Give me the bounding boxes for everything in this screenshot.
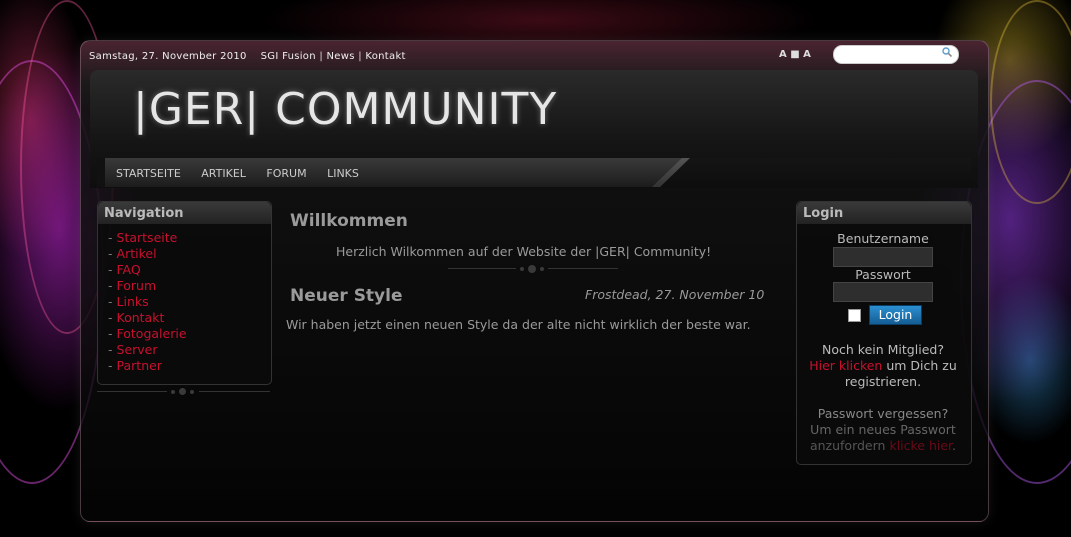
navigation-list: - Startseite - Artikel - FAQ - Forum - Links … <box>108 230 271 374</box>
username-label: Benutzername <box>837 231 929 246</box>
sidebar-item-forum[interactable]: - Forum <box>108 278 271 294</box>
nav-startseite[interactable]: STARTSEITE <box>116 167 181 180</box>
search-input[interactable] <box>842 50 942 67</box>
forgot-question: Passwort vergessen? <box>817 406 949 421</box>
login-title: Login <box>797 202 971 224</box>
separator-left <box>97 388 270 395</box>
register-question: Noch kein Mitglied? <box>822 342 944 357</box>
sidebar-item-partner[interactable]: - Partner <box>108 358 271 374</box>
news-meta: Frostdead, 27. November 10 <box>585 287 765 302</box>
register-link[interactable]: Hier klicken <box>809 358 882 373</box>
navigation-title: Navigation <box>98 202 271 224</box>
nav-links[interactable]: LINKS <box>327 167 359 180</box>
welcome-text: Herzlich Wilkommen auf der Website der |… <box>336 244 712 259</box>
top-link-news[interactable]: News <box>327 51 355 62</box>
date-text: Samstag, 27. November 2010 <box>89 51 247 62</box>
nav-forum[interactable]: FORUM <box>266 167 306 180</box>
top-link-sgi[interactable]: SGI Fusion <box>261 51 316 62</box>
site-logo[interactable]: |GER| COMMUNITY <box>133 84 557 135</box>
sidebar-item-artikel[interactable]: - Artikel <box>108 246 271 262</box>
sidebar-item-faq[interactable]: - FAQ <box>108 262 271 278</box>
news-body: Wir haben jetzt einen neuen Style da der… <box>286 317 751 332</box>
nav-artikel[interactable]: ARTIKEL <box>201 167 246 180</box>
forgot-line: Um ein neues Passwort <box>810 422 956 437</box>
sidebar-item-kontakt[interactable]: - Kontakt <box>108 310 271 326</box>
sidebar-item-links[interactable]: - Links <box>108 294 271 310</box>
forgot-link[interactable]: klicke hier <box>889 438 952 453</box>
password-label: Passwort <box>855 267 911 282</box>
news-title[interactable]: Neuer Style <box>290 286 403 306</box>
login-button[interactable]: Login <box>869 305 922 325</box>
register-line: Hier klicken um Dich zu <box>809 358 957 373</box>
sidebar-item-startseite[interactable]: - Startseite <box>108 230 271 246</box>
navigation-panel: Navigation - Startseite - Artikel - FAQ - Fo… <box>97 201 272 385</box>
remember-checkbox[interactable] <box>848 309 861 322</box>
welcome-title: Willkommen <box>290 211 408 231</box>
forgot-line-2: anzufordern klicke hier. <box>809 438 957 453</box>
font-size-controls[interactable]: A ■ A <box>779 49 811 60</box>
search-icon[interactable] <box>942 47 952 57</box>
top-link-kontakt[interactable]: Kontakt <box>365 51 405 62</box>
password-field[interactable] <box>833 282 933 302</box>
separator-main <box>448 265 618 273</box>
main-nav: STARTSEITE ARTIKEL FORUM LINKS <box>116 167 376 180</box>
search-box[interactable] <box>833 45 959 67</box>
top-bar: Samstag, 27. November 2010 SGI Fusion | … <box>89 51 406 62</box>
sidebar-item-fotogalerie[interactable]: - Fotogalerie <box>108 326 271 342</box>
register-line-2: registrieren. <box>844 374 922 389</box>
username-field[interactable] <box>833 247 933 267</box>
sidebar-item-server[interactable]: - Server <box>108 342 271 358</box>
